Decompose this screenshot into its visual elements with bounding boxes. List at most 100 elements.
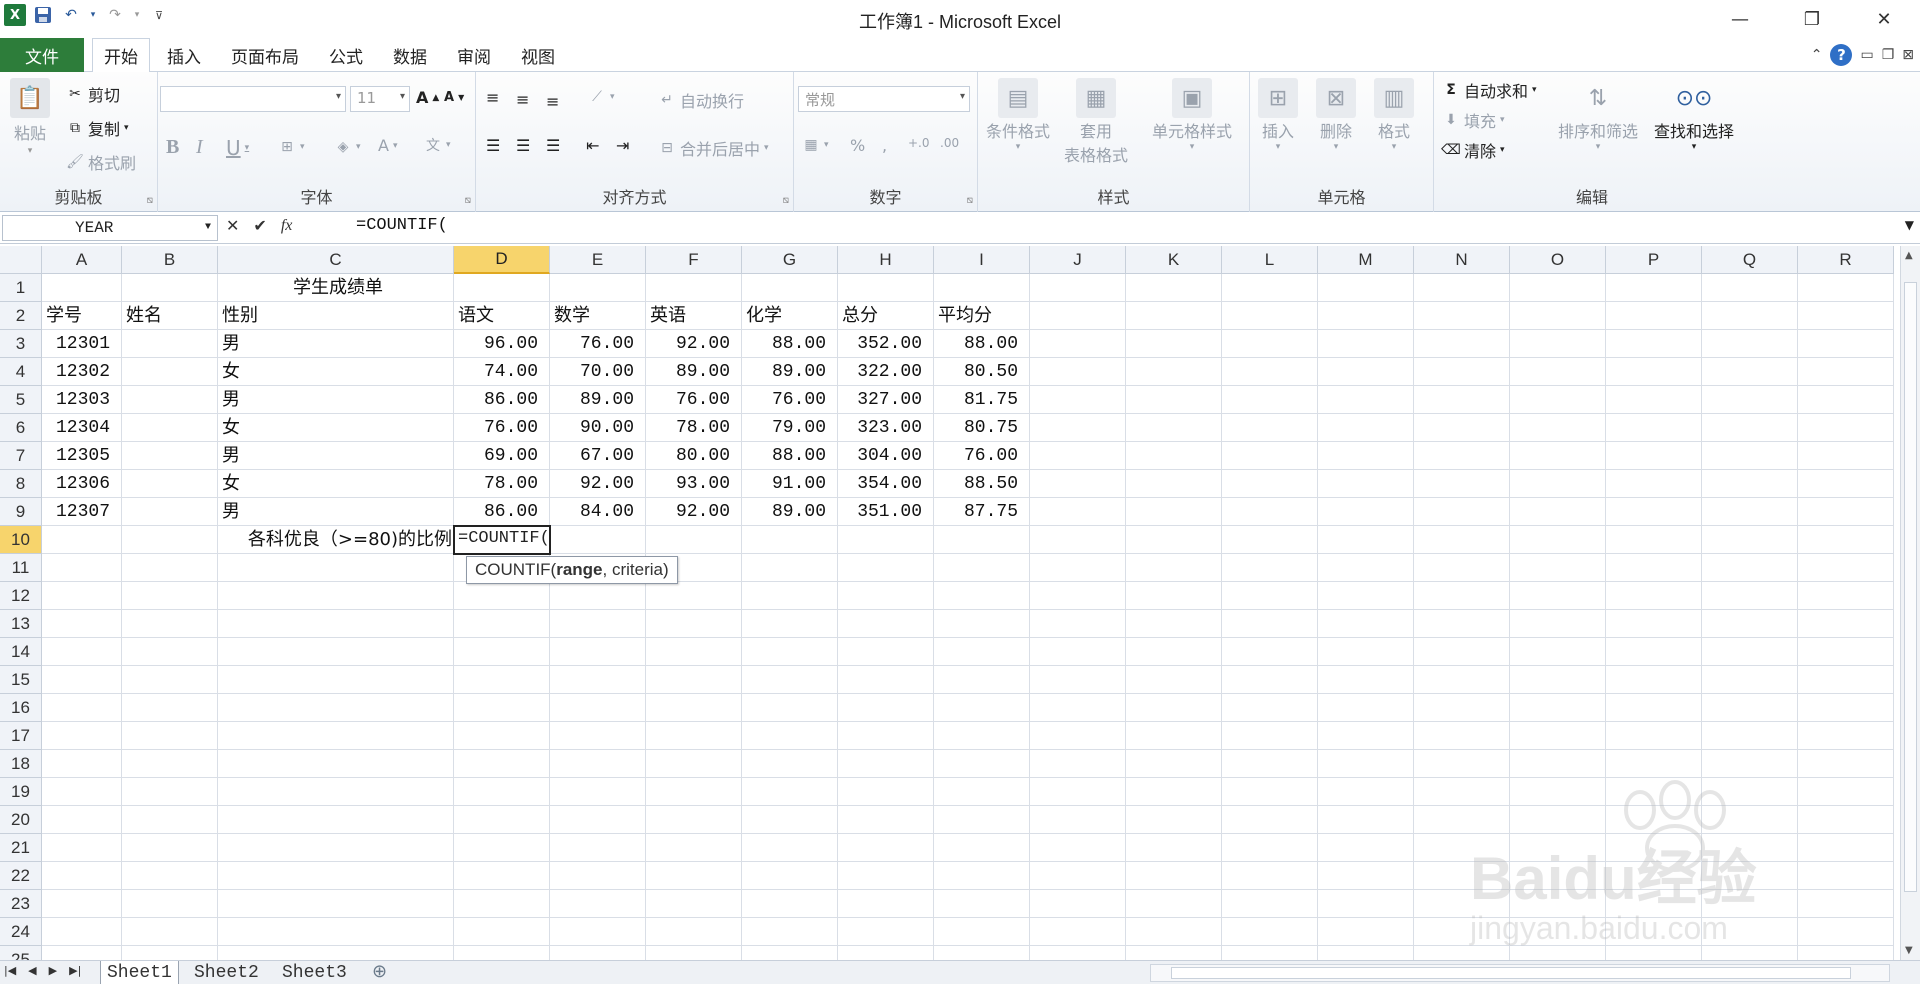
sort-filter-button[interactable]: ⇅ 排序和筛选 ▾: [1558, 78, 1638, 153]
data-cell[interactable]: 76.00: [454, 414, 550, 442]
sheet-tab-3[interactable]: Sheet3: [276, 961, 353, 984]
horizontal-scrollbar[interactable]: [1150, 964, 1890, 982]
tab-review[interactable]: 审阅: [446, 38, 502, 72]
align-bottom-icon[interactable]: ≡: [546, 92, 559, 111]
data-cell[interactable]: 88.00: [742, 330, 838, 358]
tab-page-layout[interactable]: 页面布局: [220, 38, 310, 72]
data-cell[interactable]: [122, 414, 218, 442]
workbook-minimize-icon[interactable]: ▭: [1860, 47, 1873, 63]
column-header-r[interactable]: R: [1798, 246, 1894, 274]
name-box[interactable]: YEAR ▼: [2, 215, 218, 241]
header-cell[interactable]: 性别: [218, 302, 454, 330]
data-cell[interactable]: 89.00: [646, 358, 742, 386]
row-header-10[interactable]: 10: [0, 526, 42, 554]
workbook-close-icon[interactable]: ⊠: [1902, 47, 1914, 63]
column-header-b[interactable]: B: [122, 246, 218, 274]
formula-input[interactable]: =COUNTIF(: [342, 216, 1892, 240]
decrease-decimal-button[interactable]: .00: [940, 136, 959, 150]
header-cell[interactable]: 平均分: [934, 302, 1030, 330]
underline-button[interactable]: U ▾: [226, 136, 249, 160]
minimize-ribbon-icon[interactable]: ⌃: [1811, 47, 1823, 63]
bold-button[interactable]: B: [166, 136, 179, 159]
paste-button[interactable]: 📋 粘贴 ▾: [10, 78, 50, 156]
data-cell[interactable]: 89.00: [550, 386, 646, 414]
format-cells-button[interactable]: ▥ 格式 ▾: [1374, 78, 1414, 152]
number-launcher-icon[interactable]: ⧅: [967, 195, 973, 206]
row-header-3[interactable]: 3: [0, 330, 42, 358]
header-cell[interactable]: 总分: [838, 302, 934, 330]
column-header-d[interactable]: D: [454, 246, 550, 274]
align-top-icon[interactable]: ≡: [486, 88, 499, 107]
cancel-entry-icon[interactable]: ✕: [226, 216, 239, 235]
column-header-p[interactable]: P: [1606, 246, 1702, 274]
font-name-combo[interactable]: ▾: [160, 86, 346, 112]
sheet-tab-2[interactable]: Sheet2: [188, 961, 265, 984]
column-header-k[interactable]: K: [1126, 246, 1222, 274]
row-header-22[interactable]: 22: [0, 862, 42, 890]
data-cell[interactable]: 93.00: [646, 470, 742, 498]
border-button[interactable]: ⊞ ▾: [278, 138, 304, 156]
data-cell[interactable]: 70.00: [550, 358, 646, 386]
tab-home[interactable]: 开始: [92, 38, 150, 73]
column-header-i[interactable]: I: [934, 246, 1030, 274]
header-cell[interactable]: 化学: [742, 302, 838, 330]
horizontal-scroll-thumb[interactable]: [1171, 967, 1851, 979]
data-cell[interactable]: 88.00: [934, 330, 1030, 358]
insert-sheet-icon[interactable]: ⊕: [366, 961, 393, 984]
data-cell[interactable]: 女: [218, 358, 454, 386]
data-cell[interactable]: 91.00: [742, 470, 838, 498]
tooltip-arg-range[interactable]: range: [556, 560, 602, 579]
row-header-19[interactable]: 19: [0, 778, 42, 806]
data-cell[interactable]: 69.00: [454, 442, 550, 470]
data-cell[interactable]: 88.00: [742, 442, 838, 470]
data-cell[interactable]: 78.00: [646, 414, 742, 442]
close-button[interactable]: ✕: [1848, 0, 1920, 38]
row-header-8[interactable]: 8: [0, 470, 42, 498]
column-header-m[interactable]: M: [1318, 246, 1414, 274]
row-header-17[interactable]: 17: [0, 722, 42, 750]
row-header-23[interactable]: 23: [0, 890, 42, 918]
data-cell[interactable]: 67.00: [550, 442, 646, 470]
help-icon[interactable]: ?: [1830, 44, 1853, 66]
row-header-16[interactable]: 16: [0, 694, 42, 722]
data-cell[interactable]: 322.00: [838, 358, 934, 386]
next-sheet-icon[interactable]: ▶: [49, 964, 57, 977]
format-as-table-button[interactable]: ▦ 套用 表格格式: [1064, 78, 1128, 166]
data-cell[interactable]: 86.00: [454, 386, 550, 414]
column-header-q[interactable]: Q: [1702, 246, 1798, 274]
shrink-font-button[interactable]: A ▼: [444, 90, 464, 105]
tab-insert[interactable]: 插入: [156, 38, 212, 72]
decrease-indent-icon[interactable]: ⇤: [586, 136, 599, 155]
row-header-2[interactable]: 2: [0, 302, 42, 330]
phonetic-button[interactable]: 文 ▾: [424, 136, 451, 154]
data-cell[interactable]: 323.00: [838, 414, 934, 442]
accounting-format-button[interactable]: ▦ ▾: [802, 136, 828, 154]
conditional-format-button[interactable]: ▤ 条件格式 ▾: [986, 78, 1050, 152]
data-cell[interactable]: 352.00: [838, 330, 934, 358]
row-header-13[interactable]: 13: [0, 610, 42, 638]
header-cell[interactable]: 语文: [454, 302, 550, 330]
comma-button[interactable]: ,: [882, 136, 887, 155]
increase-indent-icon[interactable]: ⇥: [616, 136, 629, 155]
data-cell[interactable]: [122, 470, 218, 498]
data-cell[interactable]: 男: [218, 386, 454, 414]
data-cell[interactable]: 87.75: [934, 498, 1030, 526]
grow-font-button[interactable]: A ▲: [416, 88, 439, 107]
data-cell[interactable]: 80.50: [934, 358, 1030, 386]
column-header-e[interactable]: E: [550, 246, 646, 274]
row-header-18[interactable]: 18: [0, 750, 42, 778]
column-header-g[interactable]: G: [742, 246, 838, 274]
data-cell[interactable]: 90.00: [550, 414, 646, 442]
data-cell[interactable]: 92.00: [550, 470, 646, 498]
data-cell[interactable]: 304.00: [838, 442, 934, 470]
insert-function-icon[interactable]: fx: [281, 217, 293, 235]
data-cell[interactable]: 女: [218, 470, 454, 498]
data-cell[interactable]: 80.75: [934, 414, 1030, 442]
tab-file[interactable]: 文件: [0, 38, 84, 72]
data-cell[interactable]: 12304: [42, 414, 122, 442]
data-cell[interactable]: 男: [218, 498, 454, 526]
merge-center-button[interactable]: ⊟ 合并后居中 ▾: [658, 136, 768, 160]
data-cell[interactable]: 88.50: [934, 470, 1030, 498]
increase-decimal-button[interactable]: +.0: [908, 136, 930, 150]
header-cell[interactable]: 学号: [42, 302, 122, 330]
